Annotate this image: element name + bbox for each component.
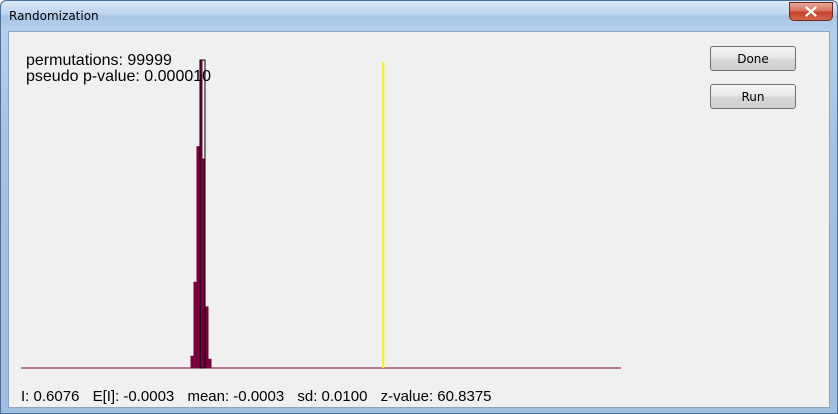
dialog-client-area: permutations: 99999 pseudo p-value: 0.00… — [8, 31, 830, 408]
histogram-bar — [193, 281, 197, 368]
window-title: Randomization — [9, 9, 99, 23]
expected-i-value: E[I]: -0.0003 — [92, 388, 175, 405]
title-bar[interactable]: Randomization — [1, 1, 837, 31]
statistics-bar: I: 0.6076 E[I]: -0.0003 mean: -0.0003 sd… — [21, 388, 501, 405]
mean-value: mean: -0.0003 — [187, 388, 285, 405]
sd-value: sd: 0.0100 — [297, 388, 368, 405]
histogram-bar — [190, 355, 194, 368]
pseudo-pvalue-label: pseudo p-value: 0.000010 — [26, 68, 212, 85]
close-button[interactable] — [789, 2, 833, 21]
histogram-bar — [196, 146, 200, 368]
run-button[interactable]: Run — [710, 84, 796, 109]
histogram-bar — [208, 358, 212, 368]
randomization-window: Randomization permutations: 99999 pseudo… — [0, 0, 838, 414]
done-button[interactable]: Done — [710, 46, 796, 71]
close-icon — [805, 6, 817, 17]
moran-i-value: I: 0.6076 — [21, 388, 80, 405]
z-value: z-value: 60.8375 — [380, 388, 492, 405]
histogram-bars — [190, 60, 212, 368]
histogram-bar — [205, 306, 209, 368]
